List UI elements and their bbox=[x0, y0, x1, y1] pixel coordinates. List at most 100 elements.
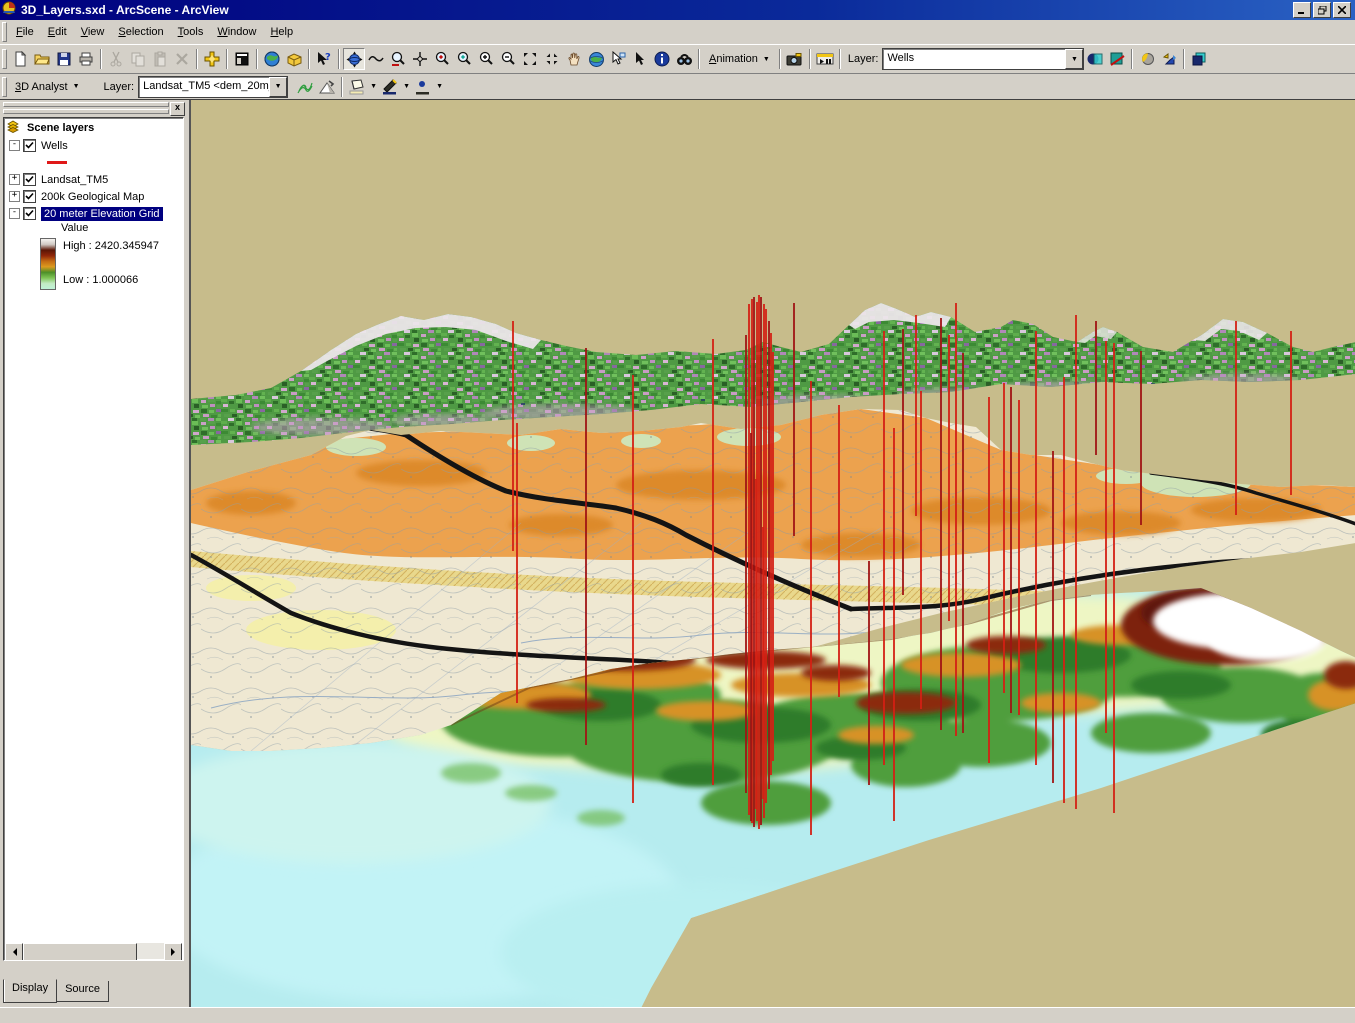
steepest-path-icon[interactable] bbox=[316, 76, 338, 98]
chevron-down-icon[interactable]: ▼ bbox=[269, 77, 287, 97]
toc-tabs: Display Source bbox=[3, 981, 108, 1003]
scroll-left-arrow[interactable] bbox=[5, 943, 23, 961]
menu-view[interactable]: View bbox=[74, 23, 112, 41]
scrollbar-thumb[interactable] bbox=[23, 943, 137, 961]
animation-camera-icon[interactable] bbox=[784, 48, 806, 70]
toc-item-landsat[interactable]: + Landsat_TM5 bbox=[4, 171, 183, 188]
3d-scene[interactable] bbox=[191, 100, 1355, 1007]
menu-help[interactable]: Help bbox=[263, 23, 300, 41]
analyst-layer-combo[interactable]: Landsat_TM5 <dem_20m_g ▼ bbox=[138, 76, 288, 98]
copy-icon[interactable] bbox=[127, 48, 149, 70]
scene-layers-icon bbox=[7, 120, 22, 136]
chevron-down-icon: ▼ bbox=[763, 56, 770, 63]
tab-source[interactable]: Source bbox=[56, 981, 109, 1002]
fixed-zoom-in-icon[interactable] bbox=[519, 48, 541, 70]
minimize-button[interactable] bbox=[1293, 2, 1311, 18]
scene-viewport[interactable] bbox=[189, 100, 1355, 1007]
open-folder-icon[interactable] bbox=[31, 48, 53, 70]
animation-controls-icon[interactable] bbox=[814, 48, 836, 70]
toc-scene-layers-header: Scene layers bbox=[4, 118, 183, 137]
paste-icon[interactable] bbox=[149, 48, 171, 70]
zoom-out-icon[interactable] bbox=[497, 48, 519, 70]
toc-drag-grip[interactable]: x bbox=[3, 102, 185, 114]
create-contours-icon[interactable] bbox=[294, 76, 316, 98]
menu-selection[interactable]: Selection bbox=[111, 23, 170, 41]
scrollbar-track[interactable] bbox=[137, 943, 164, 959]
delete-icon[interactable] bbox=[171, 48, 193, 70]
interpolate-polygon-icon[interactable] bbox=[346, 76, 368, 98]
set-observer-icon[interactable] bbox=[453, 48, 475, 70]
layer-transparency-icon[interactable] bbox=[1084, 48, 1106, 70]
chevron-down-icon[interactable]: ▼ bbox=[368, 76, 379, 98]
legend-low-label: Low : 1.000066 bbox=[63, 274, 159, 286]
cut-icon[interactable] bbox=[105, 48, 127, 70]
wells-line-symbol[interactable] bbox=[47, 161, 67, 164]
effects-layer-combo[interactable]: Wells ▼ bbox=[882, 48, 1084, 70]
arcscene-app-icon[interactable] bbox=[2, 1, 17, 19]
save-icon[interactable] bbox=[53, 48, 75, 70]
wells-symbol-row[interactable] bbox=[4, 154, 183, 171]
toc-close-button[interactable]: x bbox=[170, 102, 185, 116]
zoom-in-icon[interactable] bbox=[475, 48, 497, 70]
layer-label: 200k Geological Map bbox=[41, 191, 144, 203]
whats-this-help-icon[interactable]: ? bbox=[313, 48, 335, 70]
select-graphics-icon[interactable] bbox=[607, 48, 629, 70]
geomap-checkbox[interactable] bbox=[23, 190, 36, 203]
chevron-down-icon[interactable]: ▼ bbox=[434, 76, 445, 98]
landsat-checkbox[interactable] bbox=[23, 173, 36, 186]
animation-menu-button[interactable]: Animation ▼ bbox=[703, 51, 776, 67]
chevron-down-icon[interactable]: ▼ bbox=[401, 76, 412, 98]
toc-item-geological-map[interactable]: + 200k Geological Map bbox=[4, 188, 183, 205]
menu-tools[interactable]: Tools bbox=[171, 23, 211, 41]
fly-icon[interactable] bbox=[365, 48, 387, 70]
toc-horizontal-scrollbar[interactable] bbox=[5, 943, 182, 959]
toc-tree: Scene layers - Wells + Landsat_TM5 + bbox=[3, 117, 184, 961]
tab-display[interactable]: Display bbox=[3, 979, 57, 1003]
wells-checkbox[interactable] bbox=[23, 139, 36, 152]
center-on-target-icon[interactable] bbox=[409, 48, 431, 70]
print-icon[interactable] bbox=[75, 48, 97, 70]
menu-edit[interactable]: Edit bbox=[41, 23, 74, 41]
elevation-legend: Value High : 2420.345947 Low : 1.000066 bbox=[40, 222, 183, 290]
zoom-in-tool-icon[interactable] bbox=[387, 48, 409, 70]
identify-icon[interactable] bbox=[651, 48, 673, 70]
toolbar-grip[interactable] bbox=[2, 77, 7, 97]
new-document-icon[interactable] bbox=[9, 48, 31, 70]
interpolate-line-icon[interactable] bbox=[379, 76, 401, 98]
find-icon[interactable] bbox=[673, 48, 695, 70]
collapse-minus-icon[interactable]: - bbox=[9, 140, 20, 151]
pan-icon[interactable] bbox=[563, 48, 585, 70]
full-extent-icon[interactable] bbox=[585, 48, 607, 70]
menubar-grip[interactable] bbox=[2, 22, 7, 42]
fixed-zoom-out-icon[interactable] bbox=[541, 48, 563, 70]
window-title: 3D_Layers.sxd - ArcScene - ArcView bbox=[21, 3, 1293, 17]
zoom-to-target-icon[interactable] bbox=[431, 48, 453, 70]
menu-window[interactable]: Window bbox=[210, 23, 263, 41]
select-elements-icon[interactable] bbox=[629, 48, 651, 70]
shading-mode-icon[interactable] bbox=[1158, 48, 1180, 70]
scene-toc-icon[interactable] bbox=[231, 48, 253, 70]
navigate-orbit-icon[interactable] bbox=[343, 48, 365, 70]
expand-plus-icon[interactable]: + bbox=[9, 174, 20, 185]
expand-plus-icon[interactable]: + bbox=[9, 191, 20, 202]
arccatalog-icon[interactable] bbox=[283, 48, 305, 70]
menu-file[interactable]: File bbox=[9, 23, 41, 41]
toc-item-wells[interactable]: - Wells bbox=[4, 137, 183, 154]
analyst-menu-button[interactable]: 3D Analyst ▼ bbox=[9, 79, 86, 95]
depth-priority-icon[interactable] bbox=[1188, 48, 1210, 70]
arcmap-globe-icon[interactable] bbox=[261, 48, 283, 70]
layer-lighting-icon[interactable] bbox=[1136, 48, 1158, 70]
elevation-checkbox[interactable] bbox=[23, 207, 36, 220]
toolbar-grip[interactable] bbox=[2, 49, 7, 69]
close-button[interactable] bbox=[1333, 2, 1351, 18]
title-bar: 3D_Layers.sxd - ArcScene - ArcView bbox=[0, 0, 1355, 20]
interpolate-point-icon[interactable] bbox=[412, 76, 434, 98]
layer-face-culling-icon[interactable] bbox=[1106, 48, 1128, 70]
analyst-toolbar: 3D Analyst ▼ Layer: Landsat_TM5 <dem_20m… bbox=[0, 74, 1355, 100]
chevron-down-icon[interactable]: ▼ bbox=[1065, 49, 1083, 69]
add-data-icon[interactable] bbox=[201, 48, 223, 70]
toc-item-elevation-grid[interactable]: - 20 meter Elevation Grid bbox=[4, 205, 183, 222]
restore-button[interactable] bbox=[1313, 2, 1331, 18]
scroll-right-arrow[interactable] bbox=[164, 943, 182, 961]
collapse-minus-icon[interactable]: - bbox=[9, 208, 20, 219]
